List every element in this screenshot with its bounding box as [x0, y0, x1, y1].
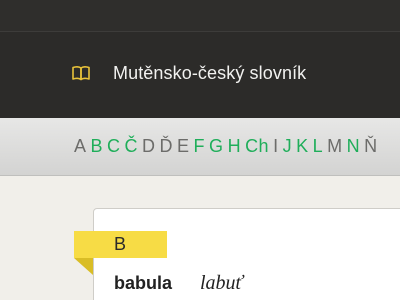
alphabet-letter[interactable]: L: [312, 136, 325, 157]
alphabet-letter[interactable]: E: [176, 136, 191, 157]
entry-translation: labuť: [200, 272, 243, 294]
alphabet-letter[interactable]: A: [73, 136, 88, 157]
alphabet-letters: A B C Č D Ď E F G H Ch I J K L M N Ň: [73, 136, 379, 157]
app-title[interactable]: Mutěnsko-český slovník: [113, 63, 306, 84]
alphabet-letter[interactable]: N: [346, 136, 362, 157]
alphabet-letter[interactable]: M: [326, 136, 344, 157]
alphabet-letter[interactable]: B: [90, 136, 105, 157]
app-header: Mutěnsko-český slovník: [0, 32, 400, 118]
alphabet-letter[interactable]: H: [227, 136, 243, 157]
alphabet-letter[interactable]: Ď: [159, 136, 175, 157]
entry-word[interactable]: babula: [114, 273, 172, 294]
book-icon: [72, 66, 90, 81]
alphabet-letter[interactable]: K: [295, 136, 310, 157]
section-tag: B: [74, 231, 167, 258]
alphabet-letter[interactable]: Ch: [244, 136, 270, 157]
alphabet-letter[interactable]: G: [208, 136, 225, 157]
alphabet-letter[interactable]: Č: [124, 136, 140, 157]
alphabet-letter[interactable]: J: [282, 136, 294, 157]
section-letter: B: [114, 234, 127, 254]
alphabet-letter[interactable]: Ň: [363, 136, 379, 157]
section-tag-fold: [74, 258, 93, 275]
alphabet-bar: A B C Č D Ď E F G H Ch I J K L M N Ň: [0, 118, 400, 176]
alphabet-letter[interactable]: C: [106, 136, 122, 157]
alphabet-letter[interactable]: D: [141, 136, 157, 157]
alphabet-letter[interactable]: I: [272, 136, 280, 157]
alphabet-letter[interactable]: F: [193, 136, 207, 157]
top-strip: [0, 0, 400, 32]
